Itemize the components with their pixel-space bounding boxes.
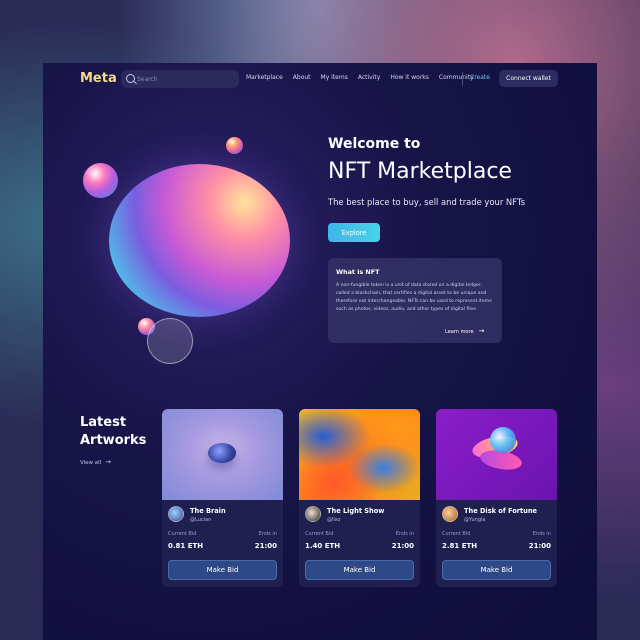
create-link[interactable]: Create: [470, 74, 490, 81]
artwork-name: The Disk of Fortune: [464, 507, 538, 515]
make-bid-button[interactable]: Make Bid: [168, 560, 277, 580]
hero-welcome: Welcome to: [328, 136, 421, 152]
disk-art: [490, 427, 516, 453]
current-bid-label: Current Bid: [442, 531, 471, 537]
nav-link-activity[interactable]: Activity: [358, 74, 380, 81]
search-box[interactable]: [121, 70, 239, 88]
artist-handle[interactable]: @Lucian: [190, 517, 211, 523]
current-bid-value: 2.81 ETH: [442, 542, 478, 550]
what-is-nft-body: A non-fungible token is a unit of data s…: [336, 283, 492, 312]
hero-orb-small-left: [83, 163, 118, 198]
artwork-card-the-brain[interactable]: The Brain @Lucian Current Bid Ends in 0.…: [162, 409, 283, 587]
artwork-image[interactable]: [299, 409, 420, 500]
hero-subtitle: The best place to buy, sell and trade yo…: [328, 197, 525, 207]
ends-in-value: 21:00: [391, 542, 414, 550]
artwork-card-the-disk-of-fortune[interactable]: The Disk of Fortune @Yungla Current Bid …: [436, 409, 557, 587]
nav-link-about[interactable]: About: [293, 74, 311, 81]
avatar[interactable]: [442, 506, 458, 522]
latest-artworks-title: Latest Artworks: [80, 415, 147, 448]
arrow-right-icon: →: [105, 458, 112, 466]
nav-link-how-it-works[interactable]: How it works: [390, 74, 429, 81]
artwork-name: The Light Show: [327, 507, 385, 515]
hero-orb-small-top: [226, 137, 243, 154]
top-nav: Meta Marketplace About My items Activity…: [43, 63, 597, 95]
avatar[interactable]: [168, 506, 184, 522]
make-bid-button[interactable]: Make Bid: [442, 560, 551, 580]
hero-orb-large: [109, 164, 290, 317]
explore-button[interactable]: Explore: [328, 223, 380, 242]
hero-orb-glass: [147, 318, 193, 364]
what-is-nft-title: What is NFT: [336, 268, 380, 276]
learn-more-label: Learn more: [445, 329, 474, 335]
connect-wallet-button[interactable]: Connect wallet: [499, 70, 558, 87]
brain-art: [208, 443, 236, 463]
app-frame: Meta Marketplace About My items Activity…: [43, 63, 597, 640]
current-bid-label: Current Bid: [305, 531, 334, 537]
hero-title: NFT Marketplace: [328, 159, 512, 184]
ends-in-label: Ends in: [532, 531, 551, 537]
what-is-nft-card: What is NFT A non-fungible token is a un…: [328, 258, 502, 343]
logo[interactable]: Meta: [80, 71, 117, 86]
nav-link-marketplace[interactable]: Marketplace: [246, 74, 283, 81]
artwork-image[interactable]: [436, 409, 557, 500]
search-icon: [126, 74, 135, 83]
current-bid-value: 0.81 ETH: [168, 542, 204, 550]
artwork-card-the-light-show[interactable]: The Light Show @liso Current Bid Ends in…: [299, 409, 420, 587]
ends-in-value: 21:00: [528, 542, 551, 550]
ends-in-value: 21:00: [254, 542, 277, 550]
nav-links: Marketplace About My items Activity How …: [246, 74, 474, 81]
artwork-image[interactable]: [162, 409, 283, 500]
learn-more-link[interactable]: Learn more →: [445, 327, 484, 335]
arrow-right-icon: →: [478, 327, 485, 335]
search-input[interactable]: [137, 73, 233, 85]
artist-handle[interactable]: @Yungla: [464, 517, 485, 523]
nav-link-community[interactable]: Community: [439, 74, 474, 81]
nav-divider: [462, 72, 463, 86]
current-bid-label: Current Bid: [168, 531, 197, 537]
artwork-name: The Brain: [190, 507, 226, 515]
view-all-label: View all: [80, 460, 102, 466]
view-all-link[interactable]: View all →: [80, 458, 111, 466]
nav-link-my-items[interactable]: My items: [321, 74, 348, 81]
artist-handle[interactable]: @liso: [327, 517, 340, 523]
current-bid-value: 1.40 ETH: [305, 542, 341, 550]
avatar[interactable]: [305, 506, 321, 522]
ends-in-label: Ends in: [395, 531, 414, 537]
make-bid-button[interactable]: Make Bid: [305, 560, 414, 580]
ends-in-label: Ends in: [258, 531, 277, 537]
